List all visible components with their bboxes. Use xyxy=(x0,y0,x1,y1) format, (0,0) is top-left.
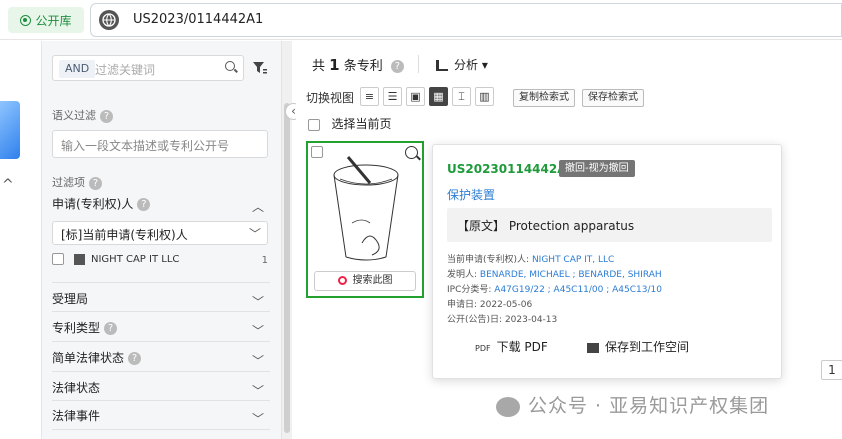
view-image-icon[interactable]: ▣ xyxy=(406,87,425,106)
patent-number-link[interactable]: US20230114442A1 xyxy=(447,162,575,176)
chevron-down-icon: ﹀ xyxy=(251,295,264,309)
semantic-filter-title: 语义过滤? xyxy=(52,107,113,123)
page-number-input[interactable]: 1 xyxy=(821,360,842,380)
filter-scrollbar[interactable] xyxy=(282,41,292,439)
chevron-down-icon: ﹀ xyxy=(251,412,264,426)
chevron-down-icon: ﹀ xyxy=(251,354,264,368)
view-chart-icon[interactable]: ▥ xyxy=(475,87,494,106)
view-compare-icon[interactable]: ⌶ xyxy=(452,87,471,106)
keyword-placeholder: 过滤关键词 xyxy=(95,63,156,77)
help-icon[interactable]: ? xyxy=(100,109,113,123)
help-icon[interactable]: ? xyxy=(137,198,151,211)
chevron-up-icon[interactable]: ︿ xyxy=(252,198,264,215)
ipc-row: IPC分类号: A47G19/22 ; A45C11/00 ; A45C13/1… xyxy=(447,285,662,295)
divider xyxy=(52,400,270,401)
option-checkbox[interactable] xyxy=(52,253,64,265)
assignee-row: 当前申请(专利权)人: NIGHT CAP IT, LLC xyxy=(447,255,615,265)
public-library-button[interactable]: 公开库 xyxy=(8,7,84,33)
results-area: 共 1 条专利 ? 分析 ▾ 切换视图 ≡ ☰ ▣ ▦ ⌶ ▥ 复制检索式 保存… xyxy=(296,41,842,439)
left-sidebar: ^ xyxy=(0,41,42,439)
filter-items-title: 过滤项? xyxy=(52,174,102,190)
section-accepting-office[interactable]: 受理局 ﹀ xyxy=(52,290,270,318)
select-page-checkbox[interactable] xyxy=(308,118,320,131)
save-query-button[interactable]: 保存检索式 xyxy=(582,89,644,107)
chevron-down-icon: ﹀ xyxy=(251,324,264,338)
view-switch-label: 切换视图 xyxy=(306,91,355,105)
scrollbar-thumb[interactable] xyxy=(284,103,290,433)
publication-date-row: 公开(公告)日: 2023-04-13 xyxy=(447,315,558,325)
option-count: 1 xyxy=(261,255,268,266)
patent-detail-popup: US20230114442A1 撤回-视为撤回 保护装置 【原文】 Protec… xyxy=(432,144,782,379)
applicant-type-select[interactable]: [标]当前申请(专利权)人 ﹀ xyxy=(52,221,268,245)
folder-icon xyxy=(587,342,599,353)
download-pdf-button[interactable]: PDF 下载 PDF xyxy=(475,338,548,355)
result-count: 共 1 条专利 ? xyxy=(312,55,404,74)
section-simple-legal-status[interactable]: 简单法律状态? ﹀ xyxy=(52,349,270,377)
applicant-section-header[interactable]: 申请(专利权)人? ︿ xyxy=(52,195,270,223)
globe-icon[interactable] xyxy=(99,10,119,30)
building-icon xyxy=(74,253,85,265)
help-icon[interactable]: ? xyxy=(128,352,142,365)
and-operator[interactable]: AND xyxy=(59,60,96,78)
status-badge: 撤回-视为撤回 xyxy=(559,160,635,177)
help-icon[interactable]: ? xyxy=(390,60,404,73)
patent-title-link[interactable]: 保护装置 xyxy=(447,186,495,203)
divider xyxy=(52,311,270,312)
inventor-row: 发明人: BENARDE, MICHAEL ; BENARDE, SHIRAH xyxy=(447,270,662,280)
section-legal-status[interactable]: 法律状态 ﹀ xyxy=(52,379,270,407)
image-search-icon xyxy=(337,275,347,285)
divider xyxy=(52,282,270,283)
help-icon[interactable]: ? xyxy=(104,322,118,335)
search-query[interactable]: US2023/0114442A1 xyxy=(133,12,263,27)
divider xyxy=(418,55,419,73)
applicant-option[interactable]: NIGHT CAP IT LLC 1 xyxy=(52,253,270,271)
semantic-filter-input[interactable]: 输入一段文本描述或专利公开号 xyxy=(52,130,268,158)
section-legal-event[interactable]: 法律事件 ﹀ xyxy=(52,407,270,435)
public-library-label: 公开库 xyxy=(35,13,72,28)
divider xyxy=(52,341,270,342)
divider xyxy=(52,371,270,372)
patent-drawing xyxy=(333,156,399,261)
search-by-image-button[interactable]: 搜索此图 xyxy=(314,271,416,291)
save-to-workspace-button[interactable]: 保存到工作空间 xyxy=(587,338,689,355)
filter-settings-icon[interactable] xyxy=(252,60,268,76)
application-date-row: 申请日: 2022-05-06 xyxy=(447,300,533,310)
original-title: 【原文】 Protection apparatus xyxy=(447,208,772,242)
patent-thumbnail-card[interactable]: 搜索此图 xyxy=(306,141,424,298)
divider xyxy=(52,429,270,430)
section-patent-type[interactable]: 专利类型? ﹀ xyxy=(52,319,270,347)
pdf-icon: PDF xyxy=(475,344,491,353)
filter-panel: AND 过滤关键词 语义过滤? 输入一段文本描述或专利公开号 过滤项? 申请(专… xyxy=(42,41,282,439)
chevron-down-icon: ﹀ xyxy=(251,384,264,398)
analyze-dropdown[interactable]: 分析 ▾ xyxy=(436,56,488,73)
view-list-icon[interactable]: ≡ xyxy=(360,87,379,106)
bar-chart-icon xyxy=(436,60,448,71)
top-bar: 公开库 US2023/0114442A1 xyxy=(0,0,842,40)
chevron-up-icon[interactable]: ^ xyxy=(2,177,14,193)
view-detail-list-icon[interactable]: ☰ xyxy=(383,87,402,106)
keyword-filter-input[interactable]: AND 过滤关键词 xyxy=(52,55,244,81)
help-icon[interactable]: ? xyxy=(89,176,102,190)
view-grid-icon[interactable]: ▦ xyxy=(429,87,448,106)
watermark: 公众号 · 亚易知识产权集团 xyxy=(496,391,769,418)
copy-query-button[interactable]: 复制检索式 xyxy=(513,89,575,107)
decorative-cube-icon xyxy=(0,101,20,159)
wechat-icon xyxy=(496,396,520,417)
search-icon[interactable] xyxy=(225,61,235,71)
chevron-down-icon: ﹀ xyxy=(248,227,261,241)
public-library-icon xyxy=(20,14,32,26)
select-current-page[interactable]: 选择当前页 xyxy=(308,115,391,132)
search-input[interactable]: US2023/0114442A1 xyxy=(90,3,842,37)
